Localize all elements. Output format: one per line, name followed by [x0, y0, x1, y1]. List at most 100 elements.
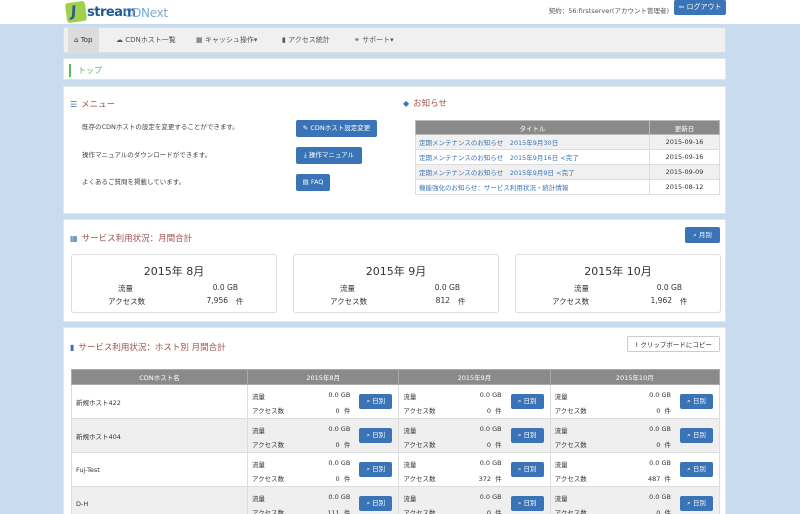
- top-bar: J stream CDNext 契約：56:firstserver(アカウント管…: [0, 0, 800, 24]
- access-label: アクセス数: [552, 297, 590, 306]
- daily-button[interactable]: ⌕ 日別: [510, 461, 544, 477]
- daily-button[interactable]: ⌕ 日別: [510, 495, 544, 511]
- search-icon: ⌕: [517, 396, 522, 405]
- notice-table: タイトル 更新日 定期メンテナンスのお知らせ 2015年9月30日 2015-0…: [415, 120, 720, 195]
- traffic-value: 0.0 GB: [328, 492, 351, 501]
- traffic-label: 流量: [340, 284, 355, 293]
- page-title: トップ: [78, 66, 102, 75]
- usage-cell: 流量 0.0 GB アクセス数 0 件 ⌕ 日別: [399, 420, 549, 452]
- host-month-cell: 流量 0.0 GB アクセス数 372 件 ⌕ 日別: [398, 452, 551, 487]
- usage-cell: 流量 0.0 GB アクセス数 0 件 ⌕ 日別: [248, 386, 398, 418]
- main-nav: ⌂ Top ☁ CDNホスト一覧 ▦ キャッシュ操作▾ ▮ アクセス統計 ⚭ サ…: [63, 27, 726, 53]
- faq-button[interactable]: ▤ FAQ: [296, 174, 330, 191]
- host-month-cell: 流量 0.0 GB アクセス数 0 件 ⌕ 日別: [398, 384, 551, 419]
- daily-button[interactable]: ⌕ 日別: [680, 461, 713, 477]
- calendar-icon: ▦: [70, 234, 78, 243]
- search-icon: ⌕: [517, 498, 522, 507]
- manual-download-button[interactable]: ⤓ 操作マニュアル: [296, 147, 362, 164]
- host-month-cell: 流量 0.0 GB アクセス数 0 件 ⌕ 日別: [246, 418, 400, 453]
- notice-link[interactable]: 機能強化のお知らせ：サービス利用状況・統計情報: [415, 179, 650, 195]
- monthly-summary-heading: ▦ サービス利用状況：月間合計: [70, 234, 193, 244]
- home-icon: ⌂: [74, 36, 79, 44]
- logout-button[interactable]: ⇦ ログアウト: [674, 0, 726, 15]
- usage-cell: 流量 0.0 GB アクセス数 372 件 ⌕ 日別: [399, 454, 549, 486]
- host-row: D-H 流量 0.0 GB アクセス数 111 件 ⌕ 日別 流量 0.0 GB アクセス数 0 …: [71, 486, 721, 514]
- grid-icon: ▦: [196, 36, 203, 44]
- bar-chart-icon: ▮: [282, 36, 286, 44]
- col-month: 2015年9月: [398, 369, 551, 385]
- access-label: アクセス数: [108, 297, 146, 306]
- breadcrumb: トップ: [63, 58, 726, 80]
- nav-access-stats[interactable]: ▮ アクセス統計: [282, 28, 330, 52]
- daily-button[interactable]: ⌕ 日別: [359, 495, 393, 511]
- daily-button[interactable]: ⌕ 日別: [510, 427, 544, 443]
- notice-link[interactable]: 定期メンテナンスのお知らせ 2015年9月9日 <完了: [415, 164, 650, 180]
- usage-cell: 流量 0.0 GB アクセス数 0 件 ⌕ 日別: [551, 386, 719, 418]
- daily-button[interactable]: ⌕ 日別: [359, 393, 393, 409]
- search-icon: ⌕: [366, 498, 371, 507]
- access-value: 111 件: [327, 508, 351, 514]
- usage-cell: 流量 0.0 GB アクセス数 0 件 ⌕ 日別: [399, 386, 549, 418]
- nav-support[interactable]: ⚭ サポート▾: [354, 28, 394, 52]
- host-month-cell: 流量 0.0 GB アクセス数 111 件 ⌕ 日別: [246, 486, 400, 514]
- notice-link[interactable]: 定期メンテナンスのお知らせ 2015年9月16日 <完了: [415, 149, 650, 165]
- daily-button[interactable]: ⌕ 日別: [359, 427, 393, 443]
- daily-button[interactable]: ⌕ 日別: [680, 495, 713, 511]
- access-label: アクセス数: [403, 474, 436, 483]
- traffic-label: 流量: [574, 284, 589, 293]
- daily-button[interactable]: ⌕ 日別: [680, 427, 713, 443]
- breadcrumb-accent: [69, 64, 71, 77]
- traffic-value: 0.0 GB: [479, 492, 502, 501]
- notice-row: 機能強化のお知らせ：サービス利用状況・統計情報 2015-08-12: [415, 179, 720, 195]
- usage-cell: 流量 0.0 GB アクセス数 0 件 ⌕ 日別: [248, 454, 398, 486]
- host-summary-panel: ▮ サービス利用状況：ホスト別 月間合計 ⌇ クリップボードにコピー CDNホスト…: [63, 327, 726, 514]
- traffic-label: 流量: [554, 426, 568, 435]
- traffic-label: 流量: [403, 392, 417, 401]
- host-row: 新規ホスト422 流量 0.0 GB アクセス数 0 件 ⌕ 日別 流量 0.0 GB アクセス…: [71, 384, 721, 419]
- sign-out-icon: ⇦: [678, 3, 685, 11]
- traffic-value: 0.0 GB: [479, 458, 502, 467]
- nav-cache-ops[interactable]: ▦ キャッシュ操作▾: [196, 28, 257, 52]
- access-value: 0 件: [656, 406, 671, 415]
- host-table: CDNホスト名 2015年8月 2015年9月 2015年10月 新規ホスト42…: [71, 369, 721, 514]
- notice-link[interactable]: 定期メンテナンスのお知らせ 2015年9月30日: [415, 134, 650, 150]
- access-value: 7,956: [206, 296, 228, 305]
- search-icon: ⌕: [687, 498, 691, 507]
- search-icon: ⌕: [687, 464, 691, 473]
- caret-down-icon: ▾: [253, 36, 258, 44]
- daily-button[interactable]: ⌕ 日別: [510, 393, 544, 409]
- traffic-label: 流量: [252, 460, 265, 469]
- access-label: アクセス数: [403, 508, 436, 514]
- traffic-value: 0.0 GB: [212, 283, 238, 292]
- col-month: 2015年10月: [549, 369, 721, 385]
- search-icon: ⌕: [693, 231, 697, 239]
- host-name: Fuj-Test: [71, 452, 248, 487]
- access-value: 0 件: [486, 508, 502, 514]
- daily-button[interactable]: ⌕ 日別: [359, 461, 393, 477]
- notice-col-date: 更新日: [649, 120, 720, 135]
- daily-button[interactable]: ⌕ 日別: [680, 393, 713, 409]
- access-value: 812: [435, 296, 450, 305]
- access-label: アクセス数: [252, 440, 285, 449]
- nav-top[interactable]: ⌂ Top: [68, 28, 99, 52]
- caret-down-icon: ▾: [390, 36, 394, 44]
- monthly-button[interactable]: ⌕ 月別: [685, 227, 720, 243]
- copy-to-clipboard-button[interactable]: ⌇ クリップボードにコピー: [627, 336, 720, 352]
- usage-cell: 流量 0.0 GB アクセス数 0 件 ⌕ 日別: [551, 420, 719, 452]
- traffic-value: 0.0 GB: [649, 390, 671, 399]
- access-unit: 件: [680, 297, 688, 306]
- access-value: 0 件: [486, 440, 502, 449]
- access-unit: 件: [236, 297, 244, 306]
- host-name: 新規ホスト422: [71, 384, 248, 419]
- logo-j-mark: J: [64, 0, 88, 24]
- host-month-cell: 流量 0.0 GB アクセス数 0 件 ⌕ 日別: [246, 384, 400, 419]
- notice-col-title: タイトル: [415, 120, 650, 135]
- nav-cdn-host-list[interactable]: ☁ CDNホスト一覧: [116, 28, 176, 52]
- cdn-host-settings-button[interactable]: ✎ CDNホスト設定変更: [296, 120, 377, 137]
- access-value: 0 件: [335, 440, 351, 449]
- traffic-value: 0.0 GB: [656, 283, 682, 292]
- search-icon: ⌕: [517, 430, 522, 439]
- usage-cell: 流量 0.0 GB アクセス数 0 件 ⌕ 日別: [551, 488, 719, 514]
- access-unit: 件: [458, 297, 466, 306]
- wrench-icon: ✎: [302, 124, 309, 132]
